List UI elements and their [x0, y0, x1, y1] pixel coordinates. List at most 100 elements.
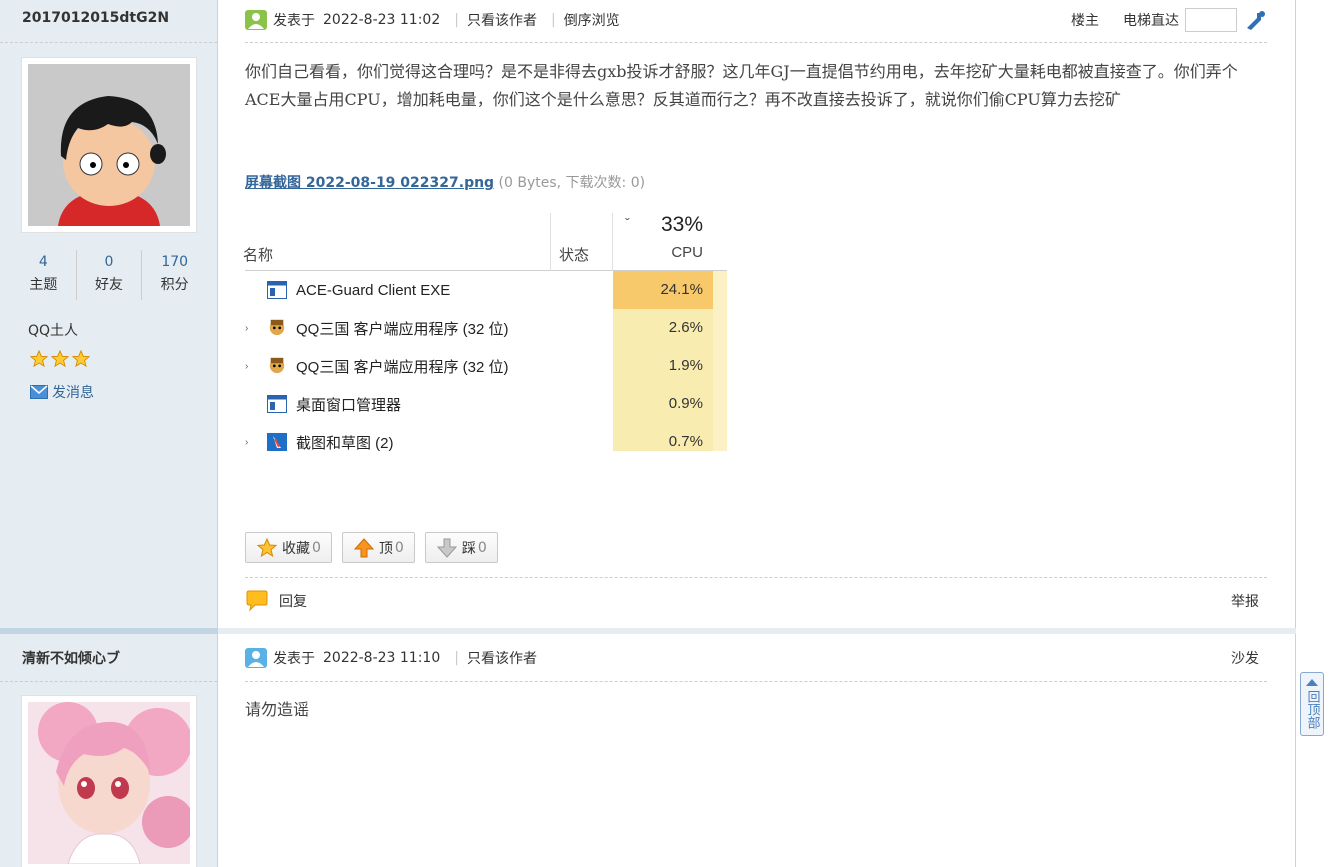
posted-prefix: 发表于 [273, 651, 315, 667]
down-arrow-icon [436, 538, 457, 558]
process-name: 截图和草图 (2) [296, 434, 394, 452]
post-content: 你们自己看看，你们觉得这合理吗？是不是非得去gxb投诉才舒服？这几年GJ一直提倡… [245, 62, 1238, 109]
floor-label: 楼主 [1071, 13, 1099, 29]
upvote-button[interactable]: 顶 0 [341, 532, 415, 563]
user-offline-icon [245, 648, 267, 668]
upvote-label: 顶 [378, 540, 393, 557]
expand-chevron-icon: › [245, 322, 249, 334]
post-header-right: 楼主 电梯直达 [1071, 8, 1267, 32]
stat-value: 0 [104, 254, 114, 270]
process-name: ACE-Guard Client EXE [296, 281, 451, 299]
attachment-meta: (0 Bytes, 下载次数: 0) [498, 175, 646, 191]
process-row: ACE-Guard Client EXE [245, 271, 727, 309]
anime-girl-avatar-image [28, 702, 190, 864]
qq-sanguo-icon [269, 357, 285, 374]
divider: | [550, 12, 556, 28]
user-group[interactable]: QQ土人 [28, 320, 78, 340]
header-divider [245, 42, 1267, 43]
rank-stars [30, 350, 90, 368]
expand-chevron-icon: › [245, 436, 249, 448]
attachment: 屏幕截图 2022-08-19 022327.png (0 Bytes, 下载次… [245, 172, 645, 192]
post-header: 发表于 2022-8-23 11:02 | 只看该作者 | 倒序浏览 楼主 电梯… [245, 8, 1267, 32]
reply-bubble-icon[interactable] [245, 590, 269, 612]
process-name: QQ三国 客户端应用程序 (32 位) [296, 358, 509, 376]
stat-label: 好友 [95, 277, 123, 293]
elevator-go-icon[interactable] [1245, 10, 1267, 30]
back-to-top-label: 回顶部 [1304, 690, 1320, 729]
post-datetime: 2022-8-23 11:02 [323, 12, 441, 28]
up-arrow-icon [353, 537, 375, 557]
reply-link[interactable]: 回复 [279, 591, 307, 611]
stat-friends[interactable]: 0 好友 [75, 250, 142, 300]
only-author-link[interactable]: 只看该作者 [467, 10, 537, 30]
send-message-link[interactable]: 发消息 [30, 382, 94, 402]
author-stats: 4 主题 0 好友 170 积分 [11, 250, 207, 300]
stat-value: 4 [38, 254, 48, 270]
back-to-top-button[interactable]: 回顶部 [1300, 672, 1324, 736]
author-name[interactable]: 2017012015dtG2N [22, 10, 169, 26]
col-cpu: ˇ 33% CPU [613, 213, 727, 271]
process-name: 桌面窗口管理器 [296, 396, 402, 414]
divider [0, 681, 217, 682]
reverse-order-link[interactable]: 倒序浏览 [564, 10, 620, 30]
star-icon [72, 350, 90, 368]
col-name-label: 名称 [243, 247, 274, 264]
post-datetime: 2022-8-23 11:10 [323, 650, 441, 666]
stat-points[interactable]: 170 积分 [141, 250, 207, 300]
post-footer: 回复 举报 [245, 590, 1267, 612]
favorite-count: 0 [312, 539, 321, 556]
footer-divider [245, 577, 1267, 578]
attachment-link[interactable]: 屏幕截图 2022-08-19 022327.png [245, 175, 494, 191]
post-header: 发表于 2022-8-23 11:10 | 只看该作者 沙发 [245, 646, 1267, 670]
user-online-icon [245, 10, 267, 30]
avatar[interactable] [21, 695, 197, 867]
post-main: 发表于 2022-8-23 11:02 | 只看该作者 | 倒序浏览 楼主 电梯… [243, 0, 1267, 628]
stat-threads[interactable]: 4 主题 [11, 250, 76, 300]
downvote-button[interactable]: 踩 0 [424, 532, 498, 563]
star-icon [51, 350, 69, 368]
downvote-label: 踩 [461, 540, 476, 557]
post-actions: 收藏 0 顶 0 踩 0 [245, 532, 498, 563]
post-header-right: 沙发 [1231, 648, 1267, 668]
process-row: › QQ三国 客户端应用程序 (32 位) [245, 347, 727, 385]
downvote-count: 0 [477, 539, 487, 556]
window-icon [267, 395, 287, 413]
floor-jump-label: 电梯直达 [1123, 13, 1179, 29]
post-content: 请勿造谣 [245, 700, 310, 719]
arrow-up-icon [1306, 679, 1318, 686]
divider [0, 42, 217, 43]
task-manager-screenshot[interactable]: 名称 状态 ˇ 33% CPU 24.1% 2.6% 1.9% 0.9% 0.7… [243, 213, 727, 452]
process-row: › QQ三国 客户端应用程序 (32 位) [245, 309, 727, 347]
post-2: 清新不如倾心ブ 发表于 2022-8-23 11:10 | 只看该作者 沙发 请… [0, 634, 1296, 867]
sort-chevron-icon: ˇ [625, 215, 630, 231]
floor-label: 沙发 [1231, 651, 1259, 667]
process-name: QQ三国 客户端应用程序 (32 位) [296, 320, 509, 338]
col-status: 状态 [551, 213, 613, 271]
task-manager-header: 名称 状态 ˇ 33% CPU [243, 213, 727, 271]
floor-jump-input[interactable] [1185, 8, 1237, 32]
author-sidebar: 清新不如倾心ブ [0, 634, 218, 867]
avatar[interactable] [21, 57, 197, 233]
process-row: 桌面窗口管理器 [245, 385, 727, 423]
star-icon [30, 350, 48, 368]
upvote-count: 0 [394, 539, 404, 556]
cartoon-boy-avatar-image [28, 64, 190, 226]
report-link[interactable]: 举报 [1231, 591, 1259, 611]
cpu-total: 33% [660, 213, 703, 236]
author-sidebar: 2017012015dtG2N 4 主题 0 好友 170 积分 QQ土人 发消… [0, 0, 218, 628]
col-cpu-label: CPU [671, 244, 703, 261]
only-author-link[interactable]: 只看该作者 [467, 648, 537, 668]
favorite-label: 收藏 [282, 540, 310, 557]
page: 2017012015dtG2N 4 主题 0 好友 170 积分 QQ土人 发消… [0, 0, 1336, 867]
stat-value: 170 [161, 254, 189, 270]
favorite-button[interactable]: 收藏 0 [245, 532, 332, 563]
col-status-label: 状态 [559, 247, 590, 264]
posted-prefix: 发表于 [273, 13, 315, 29]
stat-label: 主题 [29, 277, 58, 293]
stat-label: 积分 [160, 277, 189, 293]
star-icon [256, 537, 278, 557]
post-main: 发表于 2022-8-23 11:10 | 只看该作者 沙发 请勿造谣 [245, 634, 1267, 867]
author-name[interactable]: 清新不如倾心ブ [22, 648, 120, 668]
send-message-label: 发消息 [52, 385, 94, 401]
thread: 2017012015dtG2N 4 主题 0 好友 170 积分 QQ土人 发消… [0, 0, 1296, 867]
